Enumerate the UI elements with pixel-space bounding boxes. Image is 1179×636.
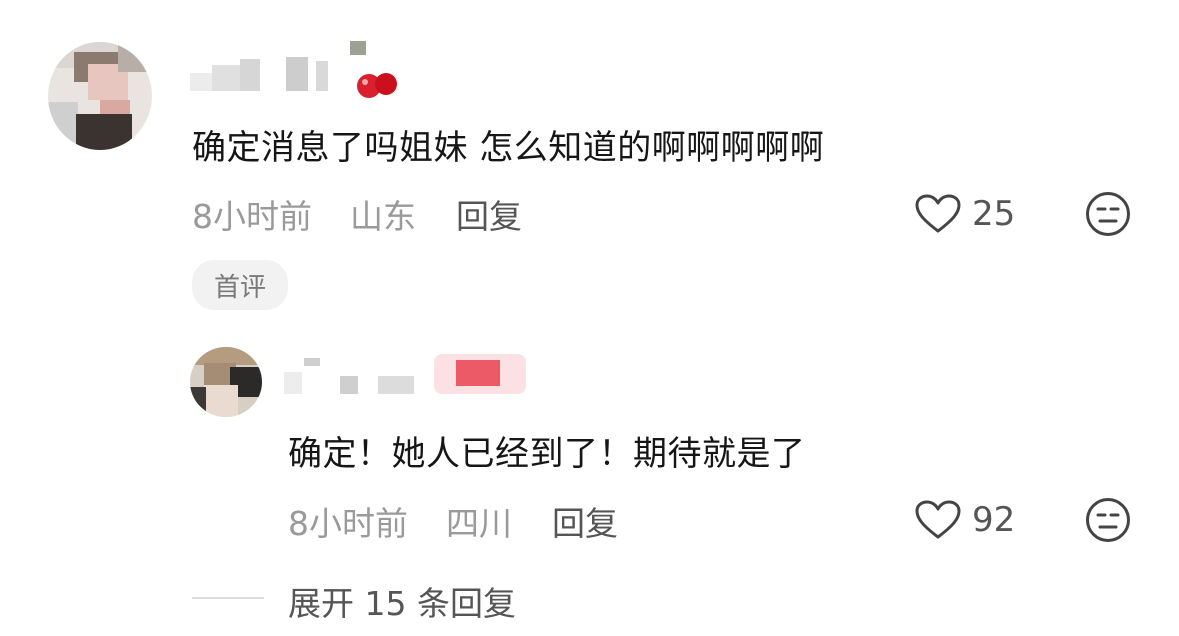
dislike-face-icon[interactable] <box>1084 496 1132 544</box>
comment-location: 山东 <box>350 197 416 236</box>
comment-text: 确定消息了吗姐妹 怎么知道的啊啊啊啊啊 <box>192 128 825 168</box>
reply-button[interactable]: 回复 <box>552 497 618 545</box>
avatar[interactable] <box>48 42 152 150</box>
reply-button[interactable]: 回复 <box>456 190 522 238</box>
expand-divider <box>192 597 264 599</box>
username-blurred[interactable] <box>284 352 534 400</box>
avatar[interactable] <box>190 347 262 417</box>
heart-icon[interactable] <box>914 194 962 234</box>
comment-text: 确定！她人已经到了！期待就是了 <box>288 434 806 474</box>
cherry-badge-icon <box>357 73 397 98</box>
like-count: 25 <box>972 194 1016 234</box>
like-count: 92 <box>972 500 1016 540</box>
expand-replies-button[interactable]: 展开 15 条回复 <box>288 577 516 625</box>
dislike-face-icon[interactable] <box>1084 190 1132 238</box>
comment-location: 四川 <box>446 504 512 543</box>
first-comment-tag: 首评 <box>192 260 288 310</box>
heart-icon[interactable] <box>914 500 962 540</box>
comment-time: 8小时前 <box>192 197 312 236</box>
comment-time: 8小时前 <box>288 504 408 543</box>
